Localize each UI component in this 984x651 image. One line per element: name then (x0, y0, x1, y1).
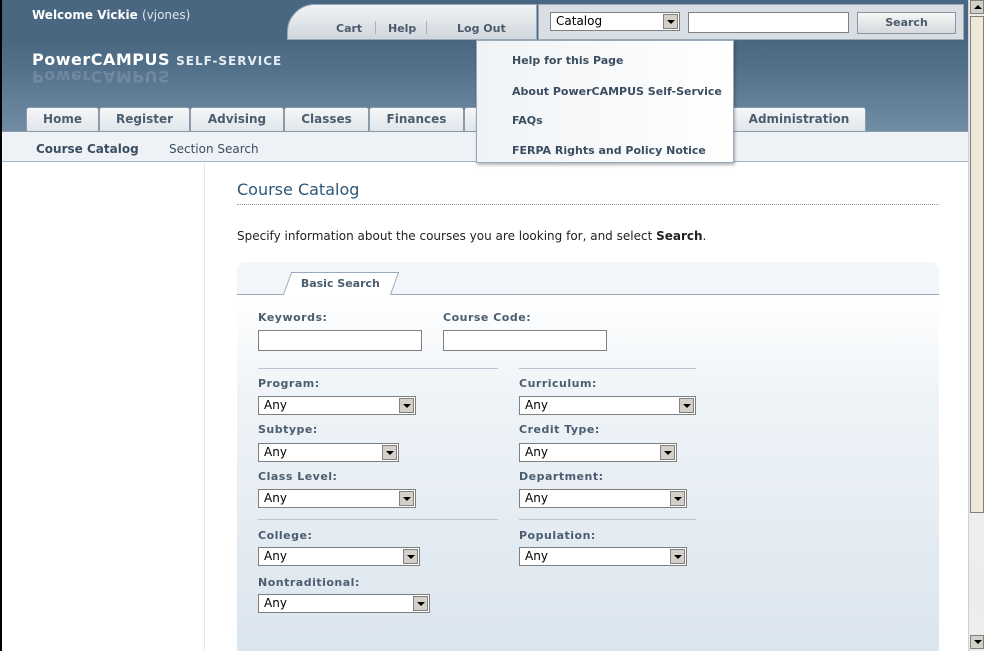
chevron-down-icon[interactable] (660, 445, 675, 460)
class-level-label: Class Level: (258, 470, 338, 483)
menu-item-about[interactable]: About PowerCAMPUS Self-Service (512, 85, 722, 98)
chevron-down-icon[interactable] (670, 549, 685, 564)
search-scope-value: Catalog (556, 14, 603, 28)
subnav-section-search[interactable]: Section Search (169, 142, 259, 156)
search-scope-select[interactable]: Catalog (550, 12, 680, 31)
intro-search-emphasis: Search (656, 229, 703, 243)
keywords-input[interactable] (258, 330, 422, 351)
tab-administration[interactable]: Administration (732, 107, 866, 132)
logout-link[interactable]: Log Out (457, 22, 506, 35)
menu-item-ferpa[interactable]: FERPA Rights and Policy Notice (512, 144, 706, 157)
page-title: Course Catalog (237, 180, 360, 199)
department-label: Department: (519, 470, 604, 483)
scrollbar-thumb[interactable] (970, 16, 984, 513)
chevron-down-icon[interactable] (382, 445, 397, 460)
browser-page: Welcome Vickie (vjones) Cart Help Log Ou… (0, 0, 968, 651)
tab-advising[interactable]: Advising (190, 107, 284, 132)
program-label: Program: (258, 377, 320, 390)
tab-finances[interactable]: Finances (369, 107, 464, 132)
program-select[interactable]: Any (258, 396, 416, 415)
subtype-label: Subtype: (258, 423, 318, 436)
tab-classes[interactable]: Classes (284, 107, 369, 132)
chevron-down-icon[interactable] (663, 14, 678, 29)
section-divider (258, 519, 498, 520)
tab-basic-search[interactable]: Basic Search (282, 272, 400, 295)
college-label: College: (258, 529, 313, 542)
username: (vjones) (141, 8, 191, 22)
chevron-down-icon[interactable] (679, 398, 694, 413)
utility-links: Cart Help Log Out (287, 4, 537, 40)
chevron-down-icon[interactable] (399, 491, 414, 506)
college-select[interactable]: Any (258, 547, 420, 566)
chevron-down-icon[interactable] (399, 398, 414, 413)
chevron-down-icon[interactable] (403, 549, 418, 564)
subnav-course-catalog[interactable]: Course Catalog (36, 142, 139, 156)
nontraditional-label: Nontraditional: (258, 576, 360, 589)
keywords-label: Keywords: (258, 311, 328, 324)
tab-home[interactable]: Home (26, 107, 99, 132)
course-code-label: Course Code: (443, 311, 532, 324)
chevron-down-icon[interactable] (670, 491, 685, 506)
course-code-input[interactable] (443, 330, 607, 351)
scroll-down-arrow-icon[interactable] (970, 635, 984, 649)
population-label: Population: (519, 529, 596, 542)
separator (426, 21, 427, 34)
welcome-label: Welcome Vickie (32, 8, 138, 22)
separator (375, 21, 376, 34)
cart-link[interactable]: Cart (336, 22, 362, 35)
department-select[interactable]: Any (519, 489, 687, 508)
section-divider (519, 368, 696, 369)
credit-type-select[interactable]: Any (519, 443, 677, 462)
curriculum-label: Curriculum: (519, 377, 597, 390)
search-input[interactable] (688, 12, 849, 33)
nontraditional-select[interactable]: Any (258, 594, 430, 613)
brand-reflection: PowerCAMPUS (32, 67, 171, 86)
intro-text: Specify information about the courses yo… (237, 229, 707, 243)
help-link[interactable]: Help (388, 22, 416, 35)
curriculum-select[interactable]: Any (519, 396, 696, 415)
population-select[interactable]: Any (519, 547, 687, 566)
welcome-message: Welcome Vickie (vjones) (32, 8, 190, 22)
menu-item-faqs[interactable]: FAQs (512, 114, 543, 127)
section-divider (519, 519, 696, 520)
chevron-down-icon[interactable] (413, 596, 428, 611)
left-sidebar (2, 163, 205, 651)
menu-item-help-page[interactable]: Help for this Page (512, 54, 624, 67)
help-dropdown-menu: Help for this Page About PowerCAMPUS Sel… (476, 40, 734, 163)
class-level-select[interactable]: Any (258, 489, 416, 508)
brand-sub: SELF-SERVICE (176, 54, 283, 68)
scroll-up-arrow-icon[interactable] (970, 0, 984, 14)
tab-register[interactable]: Register (99, 107, 190, 132)
section-divider (258, 368, 498, 369)
title-divider (237, 204, 939, 205)
subtype-select[interactable]: Any (258, 443, 399, 462)
vertical-scrollbar[interactable] (968, 0, 984, 651)
search-button[interactable]: Search (857, 12, 956, 34)
credit-type-label: Credit Type: (519, 423, 600, 436)
